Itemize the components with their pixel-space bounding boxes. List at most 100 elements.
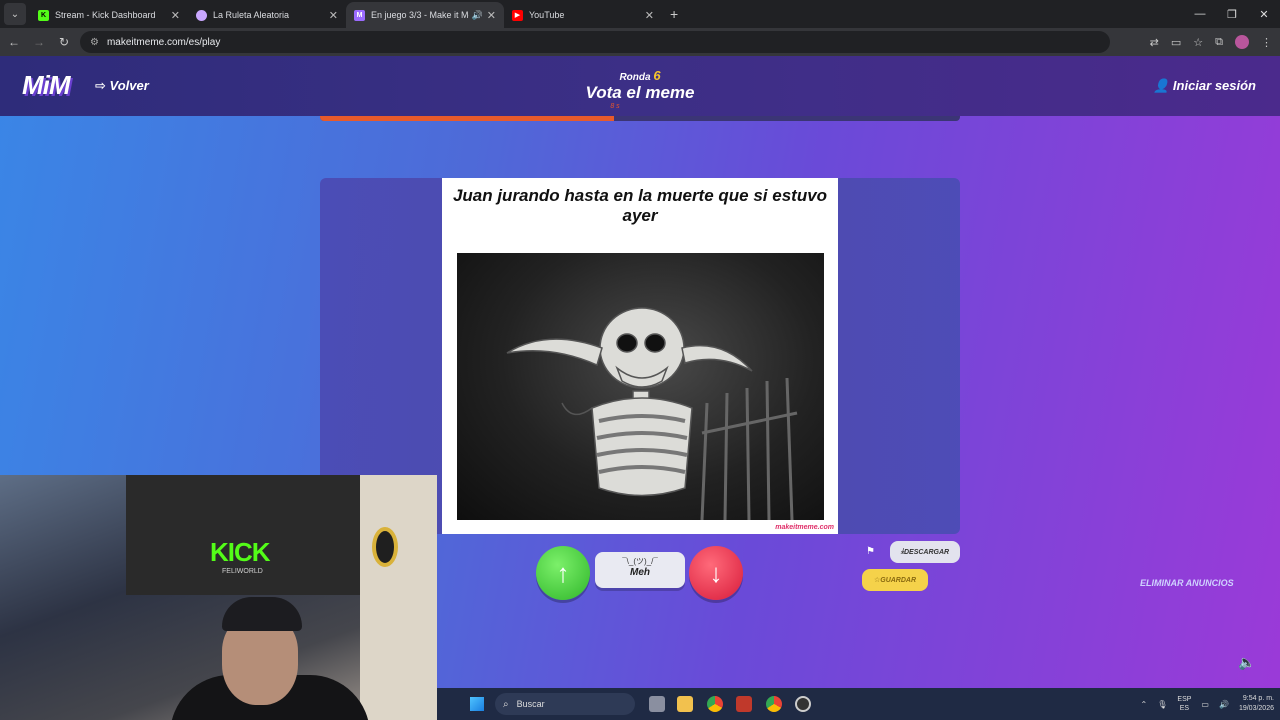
bookmark-star-icon[interactable]: ☆ — [1193, 36, 1203, 49]
windows-start-icon[interactable] — [470, 697, 484, 711]
close-icon[interactable]: ✕ — [1248, 0, 1280, 28]
microphone-icon[interactable]: 🎙 — [1157, 700, 1167, 709]
obs-icon[interactable] — [795, 696, 811, 712]
new-tab-icon[interactable]: + — [670, 6, 678, 22]
upvote-button[interactable]: ↑ — [536, 546, 590, 600]
tab-close-icon[interactable]: ✕ — [645, 9, 654, 22]
lang-bottom: ES — [1179, 705, 1190, 712]
back-button[interactable]: ⇨ Volver — [95, 78, 149, 94]
kick-icon: K — [38, 9, 49, 21]
round-progress-bar — [320, 116, 960, 121]
meme-card: Juan jurando hasta en la muerte que si e… — [442, 178, 838, 534]
tab-close-icon[interactable]: ✕ — [329, 9, 338, 22]
back-label: Volver — [109, 78, 149, 93]
taskbar-search[interactable]: ⌕ Buscar — [495, 693, 635, 715]
browser-tab-strip: ⌄ K Stream - Kick Dashboard ✕ La Ruleta … — [0, 0, 1280, 28]
search-icon: ⌕ — [503, 698, 509, 710]
speaker-icon[interactable]: 🔈 — [1238, 654, 1255, 671]
tab-audio-icon[interactable]: 🔊 — [472, 10, 483, 21]
round-indicator: Ronda 6 — [540, 68, 740, 83]
meh-label: Meh — [630, 567, 650, 578]
user-icon: 👤 — [1153, 78, 1173, 93]
site-settings-icon[interactable]: ⚙ — [90, 37, 99, 48]
network-icon[interactable]: ▭ — [1201, 700, 1209, 709]
forward-arrow-icon[interactable]: → — [28, 35, 50, 49]
tab-youtube[interactable]: ▶ YouTube ✕ — [504, 2, 662, 28]
round-label: Ronda — [619, 72, 651, 83]
meme-caption: Juan jurando hasta en la muerte que si e… — [452, 186, 828, 225]
restore-icon[interactable]: ❐ — [1216, 0, 1248, 28]
chevron-up-icon[interactable]: ⌃ — [1141, 700, 1148, 709]
clock-time: 9:54 p. m. — [1242, 695, 1274, 702]
clock[interactable]: 9:54 p. m. 19/03/2026 — [1239, 694, 1274, 714]
page-title: Vota el meme — [585, 83, 695, 102]
system-tray: ⌃ 🎙 ESP ES ▭ 🔊 9:54 p. m. 19/03/2026 — [1141, 688, 1274, 720]
url-text: makeitmeme.com/es/play — [106, 36, 221, 48]
spooky-skeleton-image — [457, 253, 824, 520]
chrome-icon[interactable] — [707, 696, 723, 712]
save-button[interactable]: ☆ GUARDAR — [862, 569, 928, 591]
search-placeholder: Buscar — [516, 699, 545, 709]
profile-avatar[interactable] — [1235, 35, 1249, 49]
tab-search-icon[interactable]: ⌄ — [4, 3, 26, 25]
webcam-overlay: KICK FELIWORLD — [0, 475, 437, 720]
watermark: makeitmeme.com — [775, 524, 834, 531]
wall-poster — [126, 475, 360, 595]
remove-ads-link[interactable]: ELIMINAR ANUNCIOS — [1140, 578, 1234, 588]
file-explorer-icon[interactable] — [677, 696, 693, 712]
report-flag-icon[interactable]: ⚑ — [866, 546, 875, 557]
translate-icon[interactable]: ⇄ — [1150, 36, 1159, 49]
tab-kick-dashboard[interactable]: K Stream - Kick Dashboard ✕ — [30, 2, 188, 28]
download-button[interactable]: ⤓ DESCARGAR — [890, 541, 960, 563]
arrow-up-icon: ↑ — [556, 557, 570, 588]
meh-button[interactable]: ¯\_(ツ)_/¯ Meh — [595, 552, 685, 588]
login-button[interactable]: 👤 Iniciar sesión — [1153, 78, 1256, 94]
clock-date: 19/03/2026 — [1238, 705, 1274, 712]
tab-title: Stream - Kick Dashboard — [55, 10, 156, 20]
youtube-icon: ▶ — [512, 9, 523, 21]
windows-taskbar: ⌕ Buscar ⌃ 🎙 ESP ES ▭ 🔊 9:54 p. m. 19/03… — [437, 688, 1280, 720]
cast-icon[interactable]: ▭ — [1171, 36, 1181, 49]
save-label: GUARDAR — [880, 576, 917, 584]
exit-icon: ⇨ — [95, 78, 110, 93]
streamer-cap — [222, 597, 302, 631]
shrug-emoticon: ¯\_(ツ)_/¯ — [622, 557, 658, 566]
tab-close-icon[interactable]: ✕ — [171, 9, 180, 22]
window-controls: — ❐ ✕ — [1184, 0, 1280, 28]
downvote-button[interactable]: ↓ — [689, 546, 743, 600]
mim-icon: M — [354, 9, 365, 21]
round-number: 6 — [653, 68, 661, 83]
kick-logo: KICK — [210, 537, 271, 567]
app-icon[interactable] — [736, 696, 752, 712]
timer-text: 8 s — [610, 103, 620, 110]
arrow-down-icon: ↓ — [709, 557, 723, 588]
tab-close-icon[interactable]: ✕ — [487, 9, 496, 22]
login-label: Iniciar sesión — [1172, 78, 1256, 93]
wall — [360, 475, 437, 720]
tab-title: YouTube — [529, 10, 565, 20]
tab-title: En juego 3/3 - Make it Mem — [371, 10, 469, 20]
back-arrow-icon[interactable]: ← — [3, 35, 25, 49]
url-input[interactable]: ⚙ makeitmeme.com/es/play — [80, 31, 1110, 53]
extensions-icon[interactable]: ⧉ — [1215, 36, 1223, 49]
wheel-icon — [196, 9, 207, 21]
language-indicator[interactable]: ESP ES — [1177, 695, 1191, 713]
skeleton-illustration — [506, 307, 798, 520]
reload-icon[interactable]: ↻ — [53, 35, 75, 49]
task-view-icon[interactable] — [649, 696, 665, 712]
tab-ruleta[interactable]: La Ruleta Aleatoria ✕ — [188, 2, 346, 28]
tab-title: La Ruleta Aleatoria — [213, 10, 290, 20]
chrome-profile-icon[interactable] — [766, 696, 782, 712]
minimize-icon[interactable]: — — [1184, 0, 1216, 28]
game-header: MiM ⇨ Volver Ronda 6 Vota el meme 8 s 👤 … — [0, 56, 1280, 116]
round-progress-fill — [320, 116, 615, 121]
download-label: DESCARGAR — [903, 548, 950, 556]
wall-clock — [372, 527, 398, 567]
mim-logo[interactable]: MiM — [22, 70, 71, 101]
toolbar-actions: ⇄ ▭ ☆ ⧉ ⋮ — [1150, 28, 1272, 56]
lang-top: ESP — [1177, 696, 1192, 703]
volume-icon[interactable]: 🔊 — [1219, 700, 1229, 709]
menu-dots-icon[interactable]: ⋮ — [1261, 36, 1272, 49]
kick-sub-text: FELIWORLD — [222, 568, 263, 575]
tab-make-it-meme[interactable]: M En juego 3/3 - Make it Mem 🔊 ✕ — [346, 2, 504, 28]
